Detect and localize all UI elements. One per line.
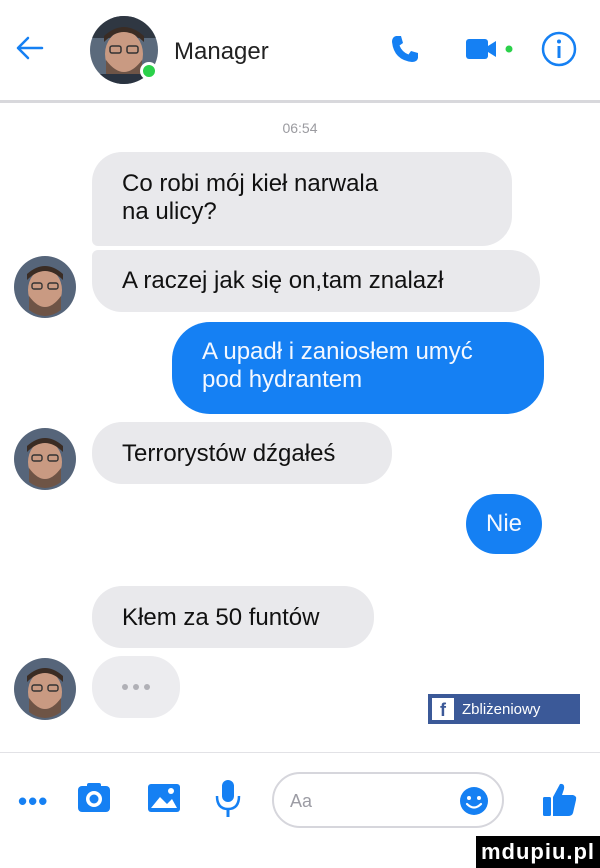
- zblizeniowy-badge[interactable]: f Zbliżeniowy: [428, 694, 580, 724]
- typing-dot: [133, 684, 139, 690]
- message-text: A upadł i zaniosłem umyć: [202, 338, 473, 365]
- contact-avatar[interactable]: [14, 658, 76, 720]
- message-bubble-outgoing[interactable]: A upadł i zaniosłem umyć pod hydrantem: [172, 322, 544, 414]
- message-text: Co robi mój kieł narwala: [122, 170, 379, 197]
- message-bubble-incoming[interactable]: A raczej jak się on,tam znalazł: [92, 250, 540, 312]
- typing-dot: [122, 684, 128, 690]
- typing-indicator: [92, 656, 180, 718]
- message-timestamp: 06:54: [282, 120, 318, 136]
- contact-avatar[interactable]: [14, 256, 76, 318]
- phone-icon[interactable]: [388, 32, 422, 66]
- gallery-icon[interactable]: [146, 780, 182, 816]
- message-text: pod hydrantem: [202, 366, 363, 393]
- message-bubble-incoming[interactable]: Co robi mój kieł narwala na ulicy?: [92, 152, 512, 246]
- chat-header: Manager: [0, 0, 600, 100]
- info-icon[interactable]: [540, 30, 578, 68]
- message-bubble-incoming[interactable]: Terrorystów dźgałeś: [92, 422, 392, 484]
- message-bubble-incoming[interactable]: Kłem za 50 funtów: [92, 586, 374, 648]
- message-input[interactable]: [290, 788, 440, 814]
- badge-label: Zbliżeniowy: [462, 700, 541, 718]
- more-icon[interactable]: •••: [18, 786, 48, 817]
- contact-name[interactable]: Manager: [174, 38, 269, 66]
- header-divider: [0, 100, 600, 103]
- message-composer[interactable]: [272, 772, 504, 828]
- typing-dot: [144, 684, 150, 690]
- back-arrow-icon[interactable]: [12, 30, 48, 66]
- message-bubble-outgoing[interactable]: Nie: [466, 494, 542, 554]
- message-text: na ulicy?: [122, 198, 217, 225]
- microphone-icon[interactable]: [214, 778, 242, 820]
- thumbs-up-icon[interactable]: [540, 780, 580, 820]
- composer-divider: [0, 752, 600, 753]
- camera-icon[interactable]: [76, 780, 112, 816]
- contact-avatar[interactable]: [14, 428, 76, 490]
- watermark: mdupiu.pl: [476, 836, 600, 868]
- facebook-logo-icon: f: [432, 698, 454, 720]
- video-camera-icon[interactable]: [464, 36, 516, 62]
- online-status-dot: [140, 62, 158, 80]
- emoji-icon[interactable]: [458, 785, 490, 817]
